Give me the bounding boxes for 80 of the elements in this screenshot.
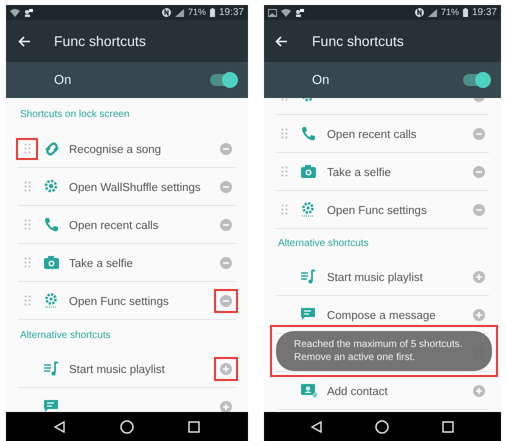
camera-icon <box>300 163 318 180</box>
plus-icon <box>220 362 232 374</box>
drag-dots-icon <box>24 219 30 230</box>
triangle-back-icon <box>311 420 322 432</box>
toggle-switch[interactable] <box>210 74 236 86</box>
signal-icon <box>174 8 184 16</box>
drag-dots-icon <box>24 295 30 306</box>
minus-icon <box>473 204 485 216</box>
section-header: Alternative shortcuts <box>278 237 369 251</box>
drag-dots-icon <box>281 166 288 177</box>
drag-dots-icon <box>281 204 288 215</box>
toolbar-title: Func shortcuts <box>312 32 404 50</box>
nfc-icon <box>162 8 171 17</box>
phone-icon <box>42 216 60 233</box>
minus-icon <box>220 256 232 268</box>
toolbar-title: Func shortcuts <box>54 32 146 50</box>
triangle-back-icon <box>54 420 66 432</box>
add-button[interactable] <box>216 358 236 378</box>
toast-text: Reached the maximum of 5 shortcuts. <box>294 338 464 351</box>
shortcut-label: Open WallShuffle settings <box>69 182 201 194</box>
phone-icon <box>300 125 318 142</box>
battery-icon <box>462 8 468 17</box>
message-icon <box>300 306 318 323</box>
circle-home-icon <box>120 420 134 434</box>
shortcut-label: Start music playlist <box>69 364 165 376</box>
square-recents-icon <box>442 420 454 432</box>
drag-dots-icon <box>24 257 30 268</box>
signal-icon <box>428 8 437 16</box>
shortcut-label: Take a selfie <box>326 166 391 178</box>
shortcut-label: Open Func settings <box>326 204 427 216</box>
toast-text: Remove an active one first. <box>294 351 416 364</box>
shortcut-label: Take a selfie <box>69 258 133 270</box>
drag-dots-icon <box>24 143 30 154</box>
notification-icon <box>24 8 33 16</box>
shortcut-label: Open recent calls <box>326 128 416 140</box>
shortcut-label: Add contact <box>326 386 388 398</box>
remove-button[interactable] <box>216 290 236 310</box>
circle-home-icon <box>375 420 390 434</box>
plus-icon <box>473 270 485 282</box>
drag-handle[interactable] <box>18 140 36 158</box>
switch-label: On <box>54 71 72 90</box>
minus-icon <box>473 166 485 178</box>
drag-dots-icon <box>24 181 30 192</box>
square-recents-icon <box>188 420 200 432</box>
music-list-icon <box>42 360 60 377</box>
contact-card-icon <box>300 382 318 399</box>
minus-icon <box>220 142 232 154</box>
shortcut-label: Open Func settings <box>69 296 169 308</box>
gear-icon <box>42 292 60 309</box>
wifi-icon <box>280 8 291 16</box>
shortcut-label: Start music playlist <box>326 272 423 284</box>
plus-icon <box>473 308 485 320</box>
toggle-switch[interactable] <box>463 74 489 86</box>
camera-icon <box>42 254 60 271</box>
battery-icon <box>210 8 215 17</box>
status-time: 19:37 <box>472 6 497 20</box>
music-list-icon <box>300 268 318 285</box>
minus-icon <box>473 128 485 140</box>
section-header: Shortcuts on lock screen <box>20 108 130 122</box>
gear-icon <box>42 178 60 195</box>
battery-percentage: 71% <box>188 6 206 19</box>
back-arrow-icon <box>275 36 288 46</box>
notification-icon <box>294 8 304 16</box>
shortcut-label: Open recent calls <box>69 220 158 232</box>
battery-percentage: 71% <box>440 6 459 19</box>
swirl-icon <box>42 140 60 157</box>
minus-icon <box>220 218 232 230</box>
image-icon <box>268 8 277 16</box>
minus-icon <box>220 294 232 306</box>
nfc-icon <box>414 8 424 17</box>
section-header: Alternative shortcuts <box>20 328 111 342</box>
plus-icon <box>473 384 485 396</box>
shortcut-label: Recognise a song <box>69 144 162 156</box>
drag-dots-icon <box>281 128 288 139</box>
back-arrow-icon <box>18 36 30 46</box>
wifi-icon <box>10 8 20 16</box>
shortcut-label: Compose a message <box>326 310 436 322</box>
minus-icon <box>220 180 232 192</box>
switch-label: On <box>312 71 330 90</box>
status-time: 19:37 <box>218 6 244 20</box>
